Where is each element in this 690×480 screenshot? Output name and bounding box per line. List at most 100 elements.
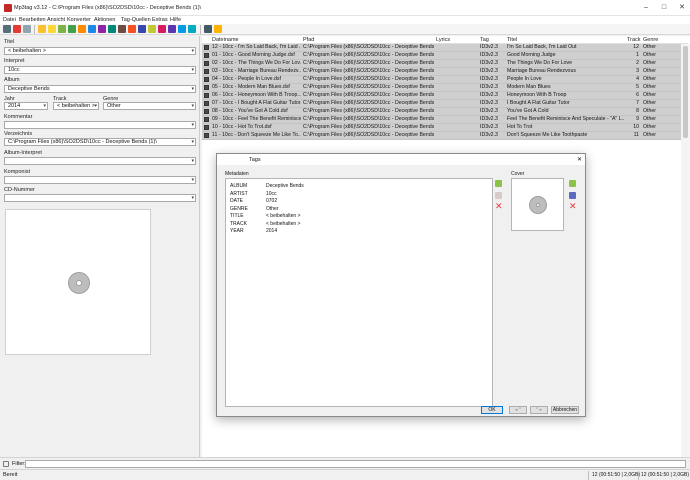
table-row[interactable]: 06 - 10cc - Honeymoon With B Troop... C:\… (202, 92, 688, 100)
table-row[interactable]: 12 - 10cc - I'm So Laid Back, I'm Laid .… (202, 44, 688, 52)
delete-field-icon[interactable]: ✕ (495, 202, 503, 211)
add-folder-icon[interactable] (48, 25, 56, 33)
ok-button[interactable]: OK (481, 406, 503, 414)
column-track[interactable]: Track (627, 36, 641, 44)
vertical-scrollbar[interactable] (681, 44, 690, 457)
refresh-icon[interactable] (58, 25, 66, 33)
column-pfad[interactable]: Pfad (303, 36, 314, 44)
cd-placeholder-icon (68, 272, 90, 294)
table-row[interactable]: 08 - 10cc - You've Got A Cold.dsf C:\Prog… (202, 108, 688, 116)
dialog-cover-area[interactable] (511, 178, 564, 231)
verzeichnis-field[interactable]: C:\Program Files (x86)\SO2DSD\10cc - Dec… (4, 138, 196, 146)
titel-field[interactable]: < beibehalten > ▾ (4, 47, 196, 55)
amazon-icon[interactable] (188, 25, 196, 33)
file-icon (204, 125, 209, 130)
table-row[interactable]: 03 - 10cc - Marriage Bureau Rendezv... C:… (202, 68, 688, 76)
table-row[interactable]: 01 - 10cc - Good Morning Judge.dsf C:\Pro… (202, 52, 688, 60)
actions-icon[interactable] (118, 25, 126, 33)
genre-field[interactable]: Other ▾ (103, 102, 196, 110)
cancel-button[interactable]: Abbrechen (551, 406, 579, 414)
table-row[interactable]: 11 - 10cc - Don't Squeeze Me Like To... C… (202, 132, 688, 140)
save-cover-icon[interactable] (569, 192, 576, 199)
table-row[interactable]: 02 - 10cc - The Things We Do For Lov... C… (202, 60, 688, 68)
remove-tag-icon[interactable] (13, 25, 21, 33)
table-row[interactable]: 09 - 10cc - Feel The Benefit Reminisce..… (202, 116, 688, 124)
minimize-button[interactable]: – (640, 3, 652, 13)
edit-field-icon[interactable] (495, 192, 502, 199)
album-interpret-field[interactable]: ▾ (4, 157, 196, 165)
quick-action-icon[interactable] (148, 25, 156, 33)
cell-pfad: C:\Program Files (x86)\SO2DSD\10cc - Dec… (303, 84, 434, 90)
next-button[interactable]: ^ ▸ (530, 406, 548, 414)
filename-tag-icon[interactable] (78, 25, 86, 33)
table-row[interactable]: 04 - 10cc - People In Love.dsf C:\Program… (202, 76, 688, 84)
cell-pfad: C:\Program Files (x86)\SO2DSD\10cc - Dec… (303, 132, 434, 138)
delete-cover-icon[interactable]: ✕ (569, 202, 577, 211)
maximize-button[interactable]: □ (658, 3, 670, 13)
add-cover-icon[interactable] (569, 180, 576, 187)
previous-button[interactable]: ◂ ^ (509, 406, 527, 414)
text-tag-icon[interactable] (88, 25, 96, 33)
column-tag[interactable]: Tag (480, 36, 489, 44)
playlist-icon[interactable] (108, 25, 116, 33)
menu-ansicht[interactable]: Ansicht (47, 16, 65, 24)
cell-track: 2 (636, 60, 639, 66)
column-lyrics[interactable]: Lyrics (436, 36, 450, 44)
dialog-close-icon[interactable]: ✕ (577, 156, 582, 163)
chevron-down-icon: ▾ (191, 86, 194, 92)
table-row[interactable]: 05 - 10cc - Modern Man Blues.dsf C:\Progr… (202, 84, 688, 92)
filter-toggle-icon[interactable] (3, 461, 9, 467)
kommentar-field[interactable]: ▾ (4, 121, 196, 129)
status-selected-count: 12 (00:51:50 | 2,0GB) (592, 472, 640, 478)
cd-nummer-field[interactable]: ▾ (4, 194, 196, 202)
cover-art-area[interactable] (5, 209, 151, 355)
options-icon[interactable] (204, 25, 212, 33)
album-interpret-label: Album-Interpret (4, 150, 42, 156)
cell-genre: Other (643, 76, 656, 82)
tag-filename-icon[interactable] (68, 25, 76, 33)
save-icon[interactable] (3, 25, 11, 33)
chevron-down-icon: ▾ (43, 103, 46, 109)
table-row[interactable]: 10 - 10cc - Hot To Trot.dsf C:\Program Fi… (202, 124, 688, 132)
menu-tag-quellen[interactable]: Tag-Quellen (121, 16, 151, 24)
komponist-field[interactable]: ▾ (4, 176, 196, 184)
add-field-icon[interactable] (495, 180, 502, 187)
web-source-icon[interactable] (138, 25, 146, 33)
menu-konverter[interactable]: Konverter (67, 16, 91, 24)
album-field[interactable]: Deceptive Bends ▾ (4, 85, 196, 93)
track-field[interactable]: < beibehalten > ▾ (53, 102, 99, 110)
menu-aktionen[interactable]: Aktionen (94, 16, 115, 24)
file-icon (204, 53, 209, 58)
close-button[interactable]: ✕ (676, 3, 688, 13)
menu-extras[interactable]: Extras (152, 16, 168, 24)
menu-hilfe[interactable]: Hilfe (170, 16, 181, 24)
discogs-icon[interactable] (168, 25, 176, 33)
metadata-list[interactable]: ALBUM Deceptive Bends ARTIST 10cc DATE 0702 GE… (225, 178, 493, 407)
column-genre[interactable]: Genre (643, 36, 658, 44)
help-icon[interactable] (214, 25, 222, 33)
tag-tag-icon[interactable] (98, 25, 106, 33)
file-icon (204, 133, 209, 138)
cell-titel: Honeymoon With B Troop (507, 92, 567, 98)
column-dateiname[interactable]: Dateiname (212, 36, 239, 44)
filter-input[interactable] (25, 460, 686, 468)
undo-icon[interactable] (23, 25, 31, 33)
musicbrainz-icon[interactable] (178, 25, 186, 33)
column-titel[interactable]: Titel (507, 36, 517, 44)
file-icon (204, 45, 209, 50)
menu-bearbeiten[interactable]: Bearbeiten (19, 16, 46, 24)
export-icon[interactable] (128, 25, 136, 33)
table-row[interactable]: 07 - 10cc - I Bought A Flat Guitar Tutor… (202, 100, 688, 108)
cell-track: 6 (636, 92, 639, 98)
album-label: Album (4, 77, 20, 83)
cell-dateiname: 10 - 10cc - Hot To Trot.dsf (212, 124, 272, 130)
freedb-icon[interactable] (158, 25, 166, 33)
menu-datei[interactable]: Datei (3, 16, 16, 24)
cell-pfad: C:\Program Files (x86)\SO2DSD\10cc - Dec… (303, 60, 434, 66)
cell-titel: Don't Squeeze Me Like Toothpaste (507, 132, 588, 138)
metadata-value: < beibehalten > (266, 220, 301, 227)
jahr-field[interactable]: 2014 ▾ (4, 102, 48, 110)
open-folder-icon[interactable] (38, 25, 46, 33)
interpret-field[interactable]: 10cc ▾ (4, 66, 196, 74)
scrollbar-thumb[interactable] (683, 46, 688, 138)
